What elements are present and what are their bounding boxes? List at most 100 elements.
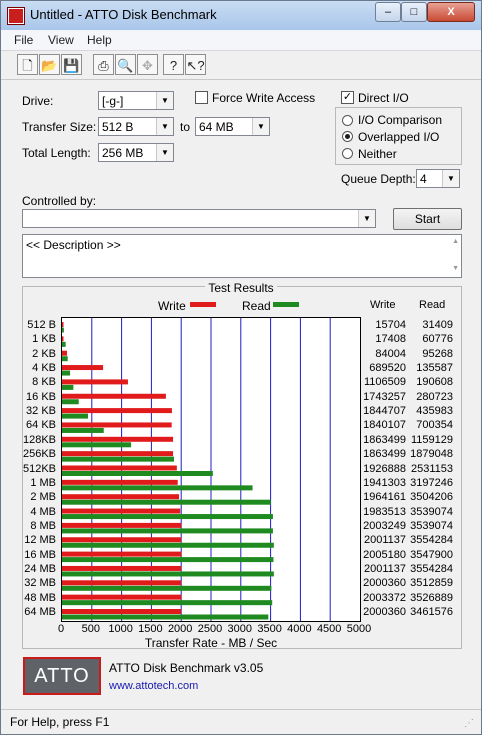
- start-button[interactable]: Start: [393, 208, 462, 230]
- write-bar-4kb: [62, 365, 104, 371]
- read-legend-label: Read: [242, 299, 271, 313]
- maximize-button[interactable]: □: [401, 2, 427, 22]
- save-icon[interactable]: 💾: [61, 54, 82, 75]
- write-bar-64kb: [62, 422, 172, 428]
- transfer-size-label: 512KB: [22, 462, 56, 475]
- read-bar-24mb: [62, 571, 274, 577]
- read-value: 31409: [422, 319, 453, 331]
- read-bar-48mb: [62, 600, 273, 606]
- move-icon[interactable]: ✥: [137, 54, 158, 75]
- resize-grip-icon[interactable]: ⋰: [464, 718, 474, 729]
- status-bar: For Help, press F1 ⋰: [1, 709, 481, 735]
- controlled-by-select[interactable]: ▼: [22, 209, 376, 228]
- transfer-from-select[interactable]: 512 B ▼: [98, 117, 174, 136]
- close-button[interactable]: X: [427, 2, 475, 22]
- write-value: 15704: [375, 319, 406, 331]
- help-icon[interactable]: ?: [163, 54, 184, 75]
- neither-radio[interactable]: [342, 148, 353, 159]
- write-legend-label: Write: [158, 299, 186, 313]
- menu-view[interactable]: View: [48, 33, 74, 47]
- status-text: For Help, press F1: [10, 715, 110, 729]
- chevron-down-icon: ▼: [156, 118, 173, 135]
- write-bar-2mb: [62, 494, 180, 500]
- transfer-size-label: 8 KB: [32, 376, 56, 389]
- controlled-by-label: Controlled by:: [22, 194, 97, 208]
- chevron-down-icon: ▼: [156, 144, 173, 161]
- menu-help[interactable]: Help: [87, 33, 112, 47]
- write-bar-8mb: [62, 522, 182, 528]
- direct-io-label: Direct I/O: [358, 91, 409, 105]
- transfer-size-label: 1 MB: [30, 476, 56, 489]
- io-comparison-radio[interactable]: [342, 115, 353, 126]
- read-bar-1kb: [62, 341, 66, 347]
- read-bar-4kb: [62, 370, 71, 376]
- transfer-to-select[interactable]: 64 MB ▼: [195, 117, 270, 136]
- window-title: Untitled - ATTO Disk Benchmark: [30, 7, 217, 22]
- bar-chart: [61, 317, 361, 622]
- queue-depth-label: Queue Depth:: [341, 172, 416, 186]
- read-bar-4mb: [62, 514, 273, 520]
- print-icon[interactable]: ⎙: [93, 54, 114, 75]
- print-preview-icon[interactable]: 🔍: [115, 54, 136, 75]
- write-value: 1926888: [363, 462, 406, 475]
- read-bar-32mb: [62, 585, 272, 591]
- title-bar[interactable]: Untitled - ATTO Disk Benchmark – □ X: [1, 1, 481, 31]
- write-value: 1941303: [363, 476, 406, 489]
- write-bar-1kb: [62, 336, 64, 342]
- queue-depth-select[interactable]: 4 ▼: [416, 169, 460, 188]
- direct-io-checkbox[interactable]: ✓: [341, 91, 354, 104]
- open-icon[interactable]: 📂: [39, 54, 60, 75]
- write-bar-16kb: [62, 393, 166, 399]
- description-textarea[interactable]: << Description >> ▲ ▼: [22, 234, 462, 278]
- read-bar-512kb: [62, 471, 213, 476]
- read-value: 435983: [416, 405, 453, 418]
- write-value: 2003372: [363, 591, 406, 604]
- transfer-size-label: 24 MB: [24, 562, 56, 575]
- new-icon[interactable]: 🗋: [17, 54, 38, 75]
- read-bar-128kb: [62, 442, 132, 448]
- transfer-size-label: 4 KB: [32, 362, 56, 375]
- minimize-button[interactable]: –: [375, 2, 401, 22]
- test-results-title-text: Test Results: [205, 281, 277, 295]
- write-bar-16mb: [62, 551, 182, 557]
- io-comparison-label: I/O Comparison: [358, 113, 443, 127]
- read-value: 135587: [416, 362, 453, 375]
- write-value: 1840107: [363, 419, 406, 432]
- read-bar-8mb: [62, 528, 273, 534]
- write-bar-128kb: [62, 436, 174, 442]
- transfer-size-label: 8 MB: [30, 519, 56, 532]
- write-bar-8kb: [62, 379, 128, 385]
- read-bar-16mb: [62, 557, 274, 563]
- read-value: 700354: [416, 419, 453, 432]
- context-help-icon[interactable]: ↖?: [185, 54, 206, 75]
- read-value: 1159129: [410, 433, 453, 446]
- total-length-select[interactable]: 256 MB ▼: [98, 143, 174, 162]
- transfer-size-label: 16 MB: [24, 548, 56, 561]
- write-bar-64mb: [62, 609, 182, 614]
- transfer-size-label: 48 MB: [24, 591, 56, 604]
- website-link[interactable]: www.attotech.com: [109, 680, 198, 692]
- write-bar-48mb: [62, 594, 182, 600]
- read-bar-2mb: [62, 499, 271, 505]
- drive-select[interactable]: [-g-] ▼: [98, 91, 174, 110]
- write-value: 1743257: [363, 390, 406, 403]
- menu-file[interactable]: File: [14, 33, 33, 47]
- write-value: 1983513: [363, 505, 406, 518]
- write-value: 2000360: [363, 577, 406, 590]
- transfer-size-label: 2 KB: [32, 347, 56, 360]
- transfer-size-label: 64 KB: [26, 419, 56, 432]
- write-bar-4mb: [62, 508, 181, 514]
- scroll-down-icon[interactable]: ▼: [452, 265, 459, 272]
- read-legend-swatch: [273, 302, 299, 307]
- transfer-size-label: 4 MB: [30, 505, 56, 518]
- atto-logo: ATTO: [23, 657, 101, 695]
- write-value: 1863499: [363, 448, 406, 461]
- overlapped-io-radio[interactable]: [342, 131, 353, 142]
- write-value: 2001137: [363, 534, 406, 547]
- force-write-checkbox[interactable]: [195, 91, 208, 104]
- menu-bar: File View Help: [1, 30, 481, 51]
- transfer-from-value: 512 B: [102, 120, 134, 134]
- read-value: 3512859: [410, 577, 453, 590]
- scroll-up-icon[interactable]: ▲: [452, 238, 459, 245]
- to-label: to: [180, 120, 191, 134]
